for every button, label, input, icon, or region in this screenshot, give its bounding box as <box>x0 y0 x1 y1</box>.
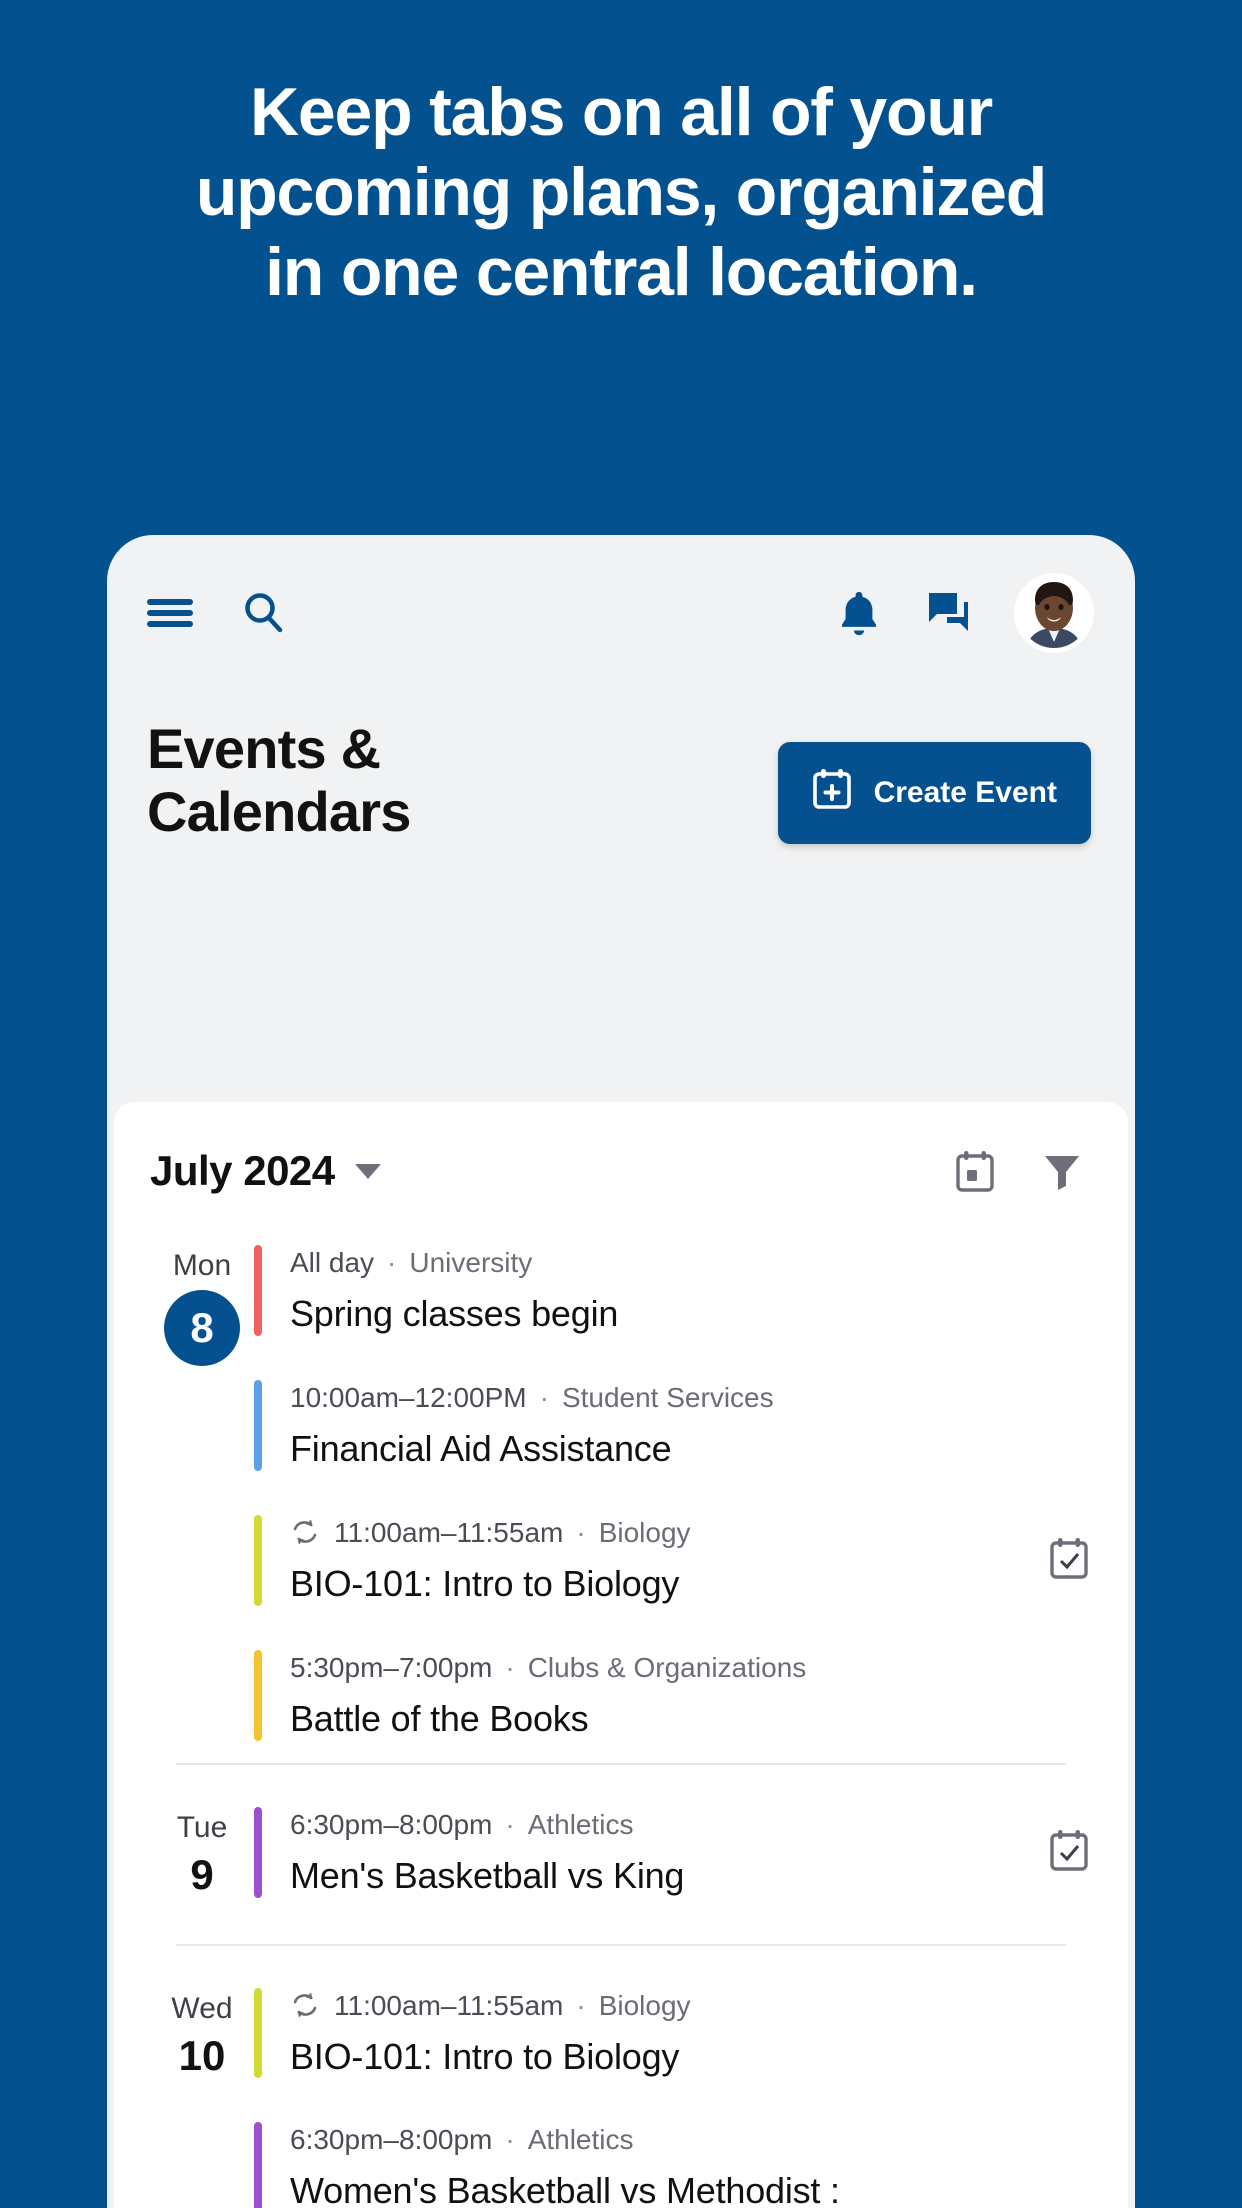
event-time: All day <box>290 1247 375 1278</box>
events-calendar-card: July 2024 Mon 8 All day · University Spr… <box>114 1102 1128 2208</box>
event-time: 10:00am–12:00PM <box>290 1381 527 1413</box>
day-name: Mon <box>172 1249 232 1282</box>
event-action[interactable] <box>1028 1807 1092 1898</box>
event-calendar: Biology <box>598 1989 691 2021</box>
hero-section: Keep tabs on all of your upcoming plans,… <box>0 0 1242 313</box>
event-meta: 6:30pm–8:00pm · Athletics <box>290 1807 1028 1842</box>
recurring-icon <box>290 1990 320 2020</box>
phone-mockup: Events & Calendars Create Event July 202… <box>107 535 1135 2208</box>
day-column: Tue 9 <box>150 1763 254 1944</box>
meta-separator: · <box>576 1989 586 2021</box>
search-icon[interactable] <box>241 591 285 635</box>
event-time: 6:30pm–8:00pm <box>290 1808 493 1840</box>
day-group: Tue 9 6:30pm–8:00pm · Athletics Men's Ba… <box>114 1762 1128 1944</box>
event-accent-bar <box>254 1245 262 1336</box>
calendar-icon[interactable] <box>956 1150 994 1192</box>
event-time: 5:30pm–7:00pm <box>290 1651 493 1683</box>
calendar-plus-icon <box>812 768 852 818</box>
meta-separator: · <box>539 1381 549 1413</box>
event-time: 11:00am–11:55am <box>334 1516 564 1548</box>
meta-separator: · <box>505 1651 515 1683</box>
event-accent-bar <box>254 2122 262 2208</box>
event-row[interactable]: 10:00am–12:00PM · Student Services Finan… <box>254 1358 1092 1493</box>
recurring-icon <box>290 1517 320 1547</box>
calendar-check-icon[interactable] <box>1050 1537 1088 1584</box>
event-accent-bar <box>254 1379 262 1471</box>
event-calendar: Student Services <box>561 1381 774 1413</box>
meta-separator: · <box>505 1808 515 1840</box>
event-title: Men's Basketball vs King <box>290 1854 685 1896</box>
day-column: Mon 8 <box>150 1223 254 1763</box>
event-time: 6:30pm–8:00pm <box>290 2124 493 2156</box>
day-group: Wed 10 11:00am–11:55am · Biology BIO-101… <box>114 1943 1128 2208</box>
event-accent-bar <box>254 1649 262 1741</box>
chevron-down-icon[interactable] <box>354 1163 381 1179</box>
day-name: Wed <box>171 1991 233 2025</box>
event-meta: 5:30pm–7:00pm · Clubs & Organizations <box>290 1650 1092 1685</box>
event-title: BIO-101: Intro to Biology <box>290 1562 680 1604</box>
event-title: BIO-101: Intro to Biology <box>290 2035 680 2077</box>
hero-headline: Keep tabs on all of your upcoming plans,… <box>60 72 1182 313</box>
event-title: Battle of the Books <box>290 1697 589 1739</box>
event-accent-bar <box>254 1806 262 1898</box>
event-accent-bar <box>254 1514 262 1606</box>
app-screen: Events & Calendars Create Event July 202… <box>107 535 1135 2208</box>
meta-separator: · <box>387 1247 397 1278</box>
hamburger-menu-icon[interactable] <box>147 597 193 629</box>
event-title: Women's Basketball vs Methodist : <box>290 2170 840 2208</box>
meta-separator: · <box>505 2124 515 2156</box>
day-number: 10 <box>178 2031 226 2079</box>
event-time: 11:00am–11:55am <box>334 1989 564 2021</box>
event-calendar: Clubs & Organizations <box>527 1651 807 1683</box>
event-row[interactable]: 6:30pm–8:00pm · Athletics Women's Basket… <box>254 2100 1092 2208</box>
headline-line-3: in one central location. <box>265 234 978 311</box>
event-meta: 11:00am–11:55am · Biology <box>290 1515 1028 1550</box>
event-meta: 6:30pm–8:00pm · Athletics <box>290 2122 1092 2157</box>
page-heading-row: Events & Calendars Create Event <box>107 690 1135 844</box>
create-event-label: Create Event <box>873 776 1057 809</box>
event-meta: 10:00am–12:00PM · Student Services <box>290 1380 1092 1415</box>
bell-icon[interactable] <box>837 589 881 637</box>
event-calendar: Athletics <box>527 2124 634 2156</box>
event-calendar: Athletics <box>527 1808 634 1840</box>
day-column: Wed 10 <box>150 1944 254 2208</box>
page-title: Events & Calendars <box>147 717 411 843</box>
app-top-bar <box>107 535 1135 690</box>
month-label[interactable]: July 2024 <box>150 1147 335 1195</box>
event-calendar: University <box>409 1247 533 1278</box>
day-number: 9 <box>190 1850 214 1898</box>
event-row[interactable]: 5:30pm–7:00pm · Clubs & Organizations Ba… <box>254 1628 1092 1763</box>
chat-bubble-icon[interactable] <box>925 589 973 637</box>
calendar-card-header: July 2024 <box>114 1102 1128 1223</box>
meta-separator: · <box>576 1516 586 1548</box>
event-meta: 11:00am–11:55am · Biology <box>290 1988 1092 2023</box>
event-row[interactable]: All day · University Spring classes begi… <box>254 1223 1092 1358</box>
user-avatar[interactable] <box>1017 575 1091 650</box>
events-column: 6:30pm–8:00pm · Athletics Men's Basketba… <box>254 1763 1092 1944</box>
events-column: All day · University Spring classes begi… <box>254 1223 1092 1763</box>
event-action[interactable] <box>1028 1515 1092 1606</box>
headline-line-1: Keep tabs on all of your <box>250 74 993 150</box>
calendar-check-icon[interactable] <box>1050 1829 1088 1876</box>
event-row[interactable]: 6:30pm–8:00pm · Athletics Men's Basketba… <box>254 1763 1092 1944</box>
day-name: Tue <box>176 1810 228 1844</box>
create-event-button[interactable]: Create Event <box>777 742 1091 844</box>
day-groups-list: Mon 8 All day · University Spring classe… <box>114 1223 1128 2208</box>
event-row[interactable]: 11:00am–11:55am · Biology BIO-101: Intro… <box>254 1493 1092 1628</box>
filter-icon[interactable] <box>1042 1151 1082 1191</box>
day-number: 8 <box>164 1290 240 1366</box>
event-meta: All day · University <box>290 1245 1092 1280</box>
event-calendar: Biology <box>598 1516 691 1548</box>
events-column: 11:00am–11:55am · Biology BIO-101: Intro… <box>254 1944 1092 2208</box>
event-row[interactable]: 11:00am–11:55am · Biology BIO-101: Intro… <box>254 1944 1092 2101</box>
day-group: Mon 8 All day · University Spring classe… <box>114 1223 1128 1763</box>
event-accent-bar <box>254 1987 262 2079</box>
headline-line-2: upcoming plans, organized <box>195 154 1047 231</box>
event-title: Financial Aid Assistance <box>290 1427 672 1469</box>
event-title: Spring classes begin <box>290 1293 619 1334</box>
